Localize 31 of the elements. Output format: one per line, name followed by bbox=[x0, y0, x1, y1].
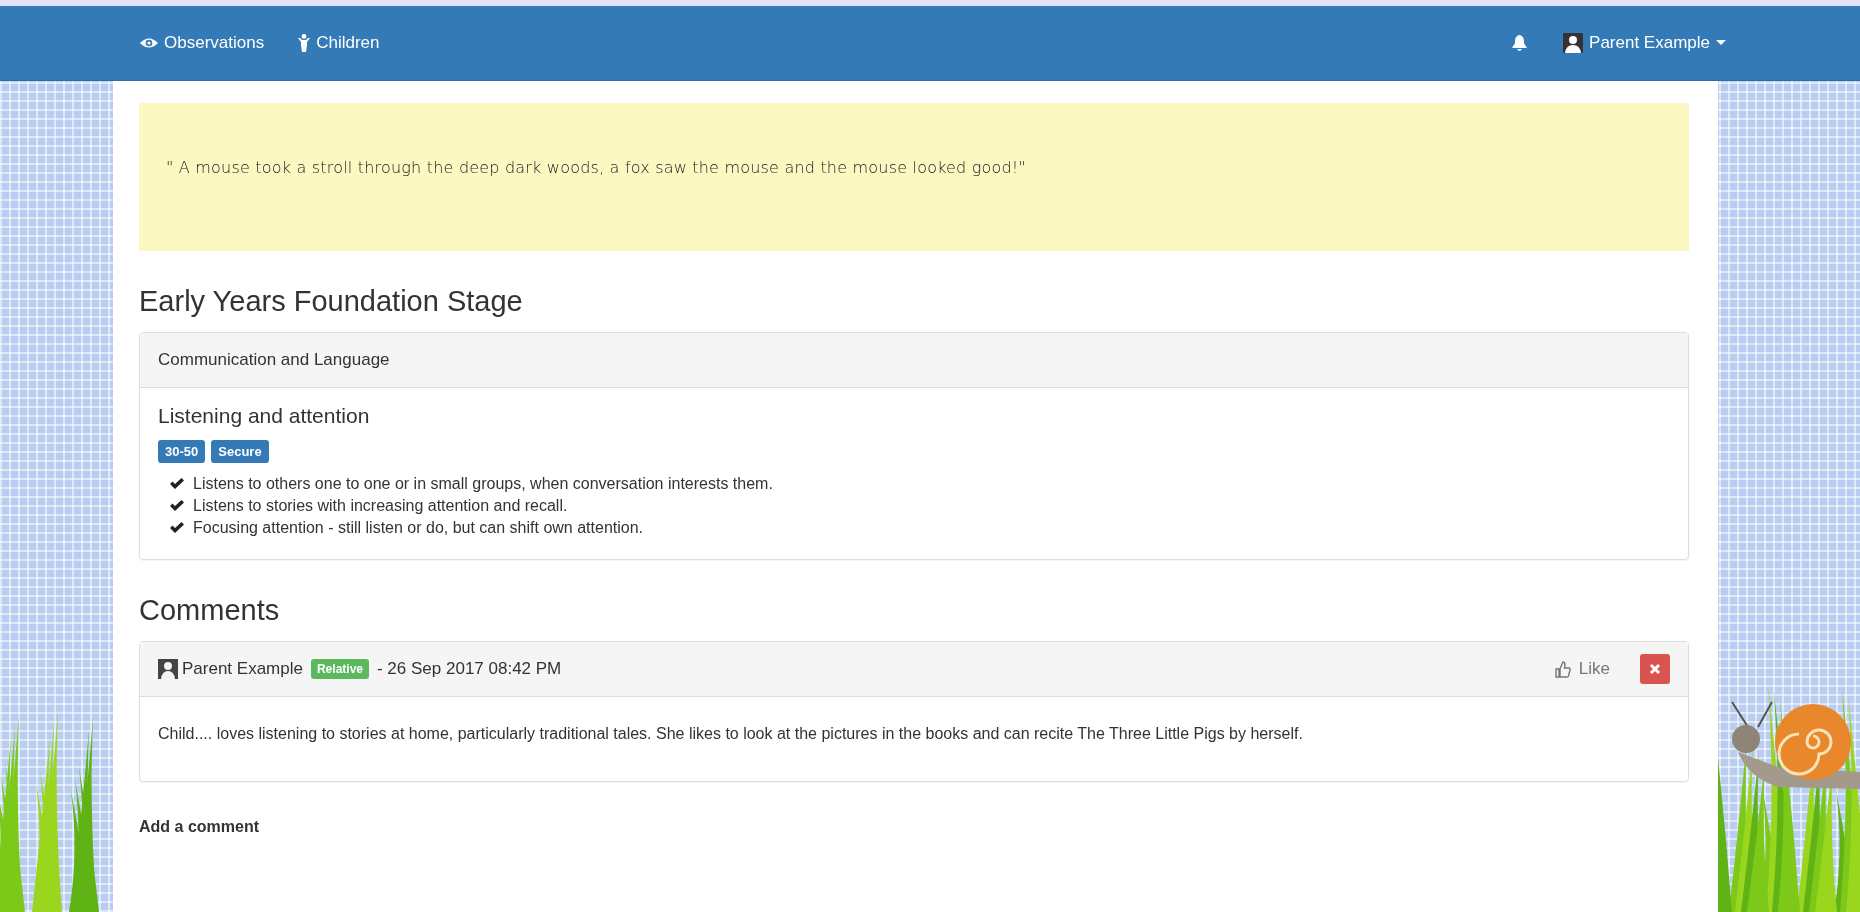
check-icon bbox=[170, 500, 184, 512]
comment-date: - 26 Sep 2017 08:42 PM bbox=[377, 659, 562, 679]
nav-link[interactable]: Children bbox=[298, 33, 380, 53]
comment-author: Parent Example bbox=[182, 659, 303, 679]
check-icon bbox=[170, 478, 184, 490]
user-menu[interactable]: Parent Example bbox=[1563, 33, 1726, 53]
eye-icon bbox=[140, 37, 158, 49]
caret-icon bbox=[1716, 40, 1726, 46]
close-icon bbox=[1649, 663, 1661, 675]
statement-text: Focusing attention - still listen or do, but can shift own attention. bbox=[193, 519, 644, 537]
add-comment-label: Add a comment bbox=[139, 818, 260, 836]
bell-icon[interactable] bbox=[1512, 34, 1528, 52]
aspect-title: Listening and attention bbox=[158, 404, 371, 428]
note-text: " A mouse took a stroll through the deep dark woods, a fox saw the mouse and the mouse looked good!" bbox=[166, 157, 1027, 179]
like-button[interactable]: Like bbox=[1548, 658, 1616, 680]
child-icon bbox=[298, 34, 311, 52]
statement-text: Listens to stories with increasing attention and recall. bbox=[193, 497, 568, 515]
comment-text: Child.... loves listening to stories at home, particularly traditional tales. She likes to look at the pictures in the books and can recite The Three Little Pigs by herself. bbox=[157, 724, 1304, 744]
statement-text: Listens to others one to one or in small groups, when conversation interests them. bbox=[193, 475, 773, 493]
section-title: Early Years Foundation Stage bbox=[139, 285, 524, 318]
check-icon bbox=[170, 522, 184, 534]
delete-button[interactable] bbox=[1640, 654, 1670, 684]
nav-link[interactable]: Observations bbox=[140, 33, 265, 53]
section-title: Comments bbox=[139, 594, 281, 627]
role-label: Relative bbox=[310, 659, 369, 679]
stage-label: 30-50 bbox=[158, 440, 206, 463]
area-title: Communication and Language bbox=[158, 350, 390, 370]
thumbs-up-icon bbox=[1554, 660, 1571, 678]
avatar-icon bbox=[158, 659, 178, 679]
stage-label: Secure bbox=[211, 440, 269, 463]
avatar-icon bbox=[1563, 33, 1584, 53]
